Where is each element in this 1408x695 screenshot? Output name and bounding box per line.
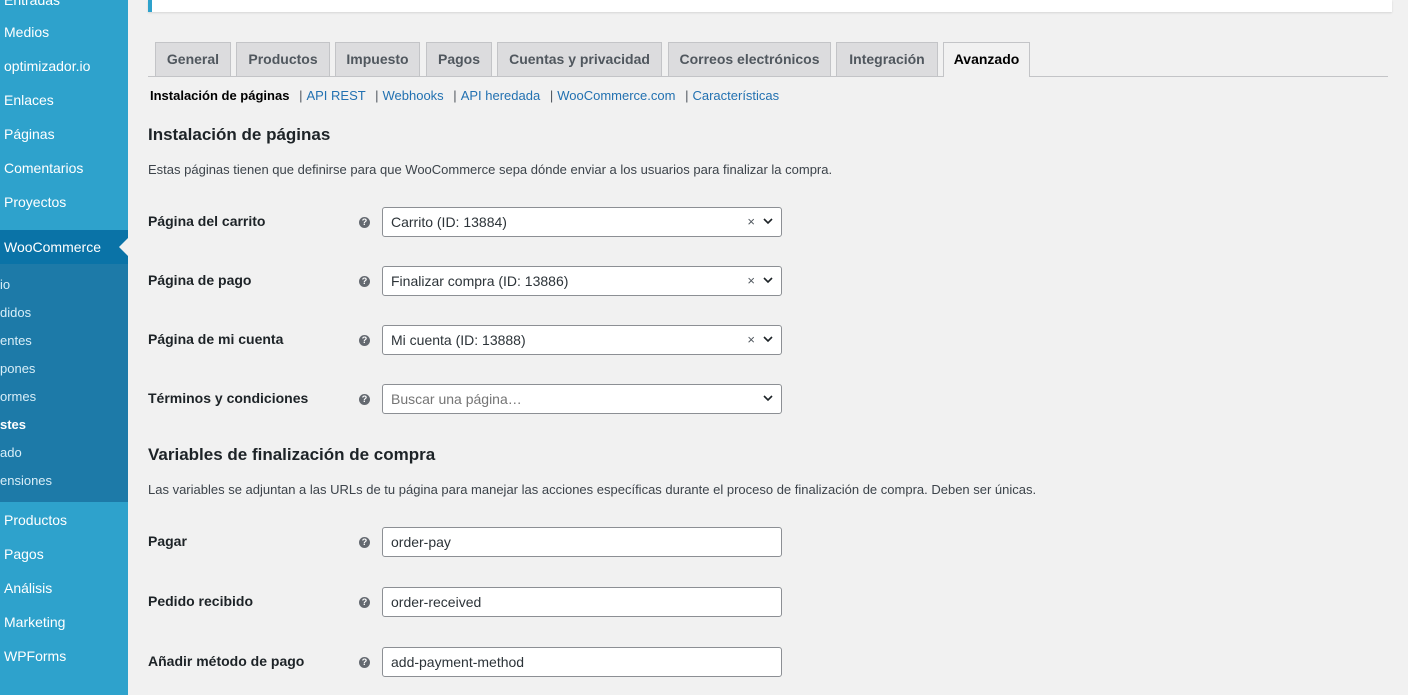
field-label-cart-page: Página del carrito [148,213,266,229]
help-icon[interactable]: ? [359,394,370,405]
sidebar-submenu: io didos entes pones ormes stes ado ensi… [0,264,128,502]
sidebar-item-optimizador[interactable]: optimizador.io [4,52,90,80]
section-subnav: Instalación de páginas | API REST | Webhoo… [150,88,780,103]
sidebar-item-paginas[interactable]: Páginas [4,120,55,148]
subnav-link-api-rest[interactable]: API REST [306,88,365,103]
sidebar-item-medios[interactable]: Medios [4,18,49,46]
sidebar-item-label: Entradas [4,0,61,8]
tab-integracion[interactable]: Integración [836,42,938,76]
help-icon[interactable]: ? [359,597,370,608]
sidebar-item-productos[interactable]: Productos [4,506,67,534]
current-menu-arrow [119,238,128,256]
checkout-page-select[interactable]: Finalizar compra (ID: 13886) × [382,266,782,296]
sidebar-item-label: Páginas [4,126,55,142]
input-value: add-payment-method [391,654,525,670]
sidebar-item-marketing[interactable]: Marketing [4,608,65,636]
sidebar-item-comentarios[interactable]: Comentarios [4,154,83,182]
sidebar-item-label: Marketing [4,614,66,630]
tab-productos[interactable]: Productos [236,42,330,76]
submenu-item[interactable]: ado [0,441,22,465]
field-label-order-received: Pedido recibido [148,593,254,609]
input-value: order-pay [391,534,451,550]
submenu-item-current[interactable]: stes [0,413,26,437]
submenu-item[interactable]: io [0,273,10,297]
order-received-endpoint-input[interactable]: order-received [382,587,782,617]
tab-cuentas-privacidad[interactable]: Cuentas y privacidad [497,42,662,76]
section-title-pages: Instalación de páginas [148,125,331,144]
tab-pagos[interactable]: Pagos [426,42,492,76]
sidebar-item-label: Proyectos [4,194,67,210]
clear-icon[interactable]: × [747,267,755,295]
tab-avanzado[interactable]: Avanzado [943,42,1030,77]
submenu-item[interactable]: entes [0,329,32,353]
sidebar-item-label: Enlaces [4,92,54,108]
subnav-link-woocommerce-com[interactable]: WooCommerce.com [557,88,675,103]
add-payment-method-endpoint-input[interactable]: add-payment-method [382,647,782,677]
clear-icon[interactable]: × [747,208,755,236]
sidebar-item-label: Análisis [4,580,53,596]
sidebar-item-label: Comentarios [4,160,84,176]
select-value: Carrito (ID: 13884) [391,214,507,230]
tab-correos[interactable]: Correos electrónicos [668,42,831,76]
myaccount-page-select[interactable]: Mi cuenta (ID: 13888) × [382,325,782,355]
field-label-pay: Pagar [148,533,187,549]
chevron-down-icon [763,395,773,402]
pay-endpoint-input[interactable]: order-pay [382,527,782,557]
submenu-item[interactable]: ormes [0,385,36,409]
tab-impuesto[interactable]: Impuesto [335,42,420,76]
section-description-checkout-endpoints: Las variables se adjuntan a las URLs de … [148,482,1037,497]
submenu-item[interactable]: ensiones [0,469,52,493]
sidebar-item-label: Pagos [4,546,44,562]
submenu-item[interactable]: didos [0,301,31,325]
submenu-item[interactable]: pones [0,357,35,381]
select-placeholder: Buscar una página… [391,391,522,407]
help-icon[interactable]: ? [359,335,370,346]
field-label-terms-page: Términos y condiciones [148,390,309,406]
tab-general[interactable]: General [155,42,231,76]
help-icon[interactable]: ? [359,276,370,287]
chevron-down-icon [763,277,773,284]
clear-icon[interactable]: × [747,326,755,354]
sidebar-item-label: Medios [4,24,50,40]
subnav-current: Instalación de páginas [150,88,290,103]
sidebar-item-label: WooCommerce [4,239,101,255]
input-value: order-received [391,594,482,610]
help-icon[interactable]: ? [359,217,370,228]
chevron-down-icon [763,336,773,343]
admin-notice [148,0,1392,12]
sidebar-item-enlaces[interactable]: Enlaces [4,86,54,114]
subnav-link-api-heredada[interactable]: API heredada [461,88,541,103]
terms-page-select[interactable]: Buscar una página… [382,384,782,414]
sidebar-item-entradas[interactable]: Entradas [4,0,60,14]
sidebar-item-analisis[interactable]: Análisis [4,574,52,602]
field-label-add-payment-method: Añadir método de pago [148,653,305,669]
tab-baseline [148,76,1388,77]
chevron-down-icon [763,218,773,225]
field-label-myaccount-page: Página de mi cuenta [148,331,284,347]
section-title-checkout-endpoints: Variables de finalización de compra [148,445,436,464]
subnav-link-caracteristicas[interactable]: Características [692,88,779,103]
help-icon[interactable]: ? [359,537,370,548]
admin-sidebar: Entradas Medios optimizador.io Enlaces P… [0,0,128,695]
section-description-pages: Estas páginas tienen que definirse para … [148,162,833,177]
cart-page-select[interactable]: Carrito (ID: 13884) × [382,207,782,237]
sidebar-item-wpforms[interactable]: WPForms [4,642,66,670]
sidebar-item-label: optimizador.io [4,58,91,74]
sidebar-item-label: WPForms [4,648,67,664]
sidebar-item-proyectos[interactable]: Proyectos [4,188,66,216]
sidebar-item-pagos[interactable]: Pagos [4,540,44,568]
help-icon[interactable]: ? [359,657,370,668]
field-label-checkout-page: Página de pago [148,272,252,288]
sidebar-item-label: Productos [4,512,68,528]
select-value: Mi cuenta (ID: 13888) [391,332,526,348]
subnav-link-webhooks[interactable]: Webhooks [382,88,443,103]
select-value: Finalizar compra (ID: 13886) [391,273,569,289]
